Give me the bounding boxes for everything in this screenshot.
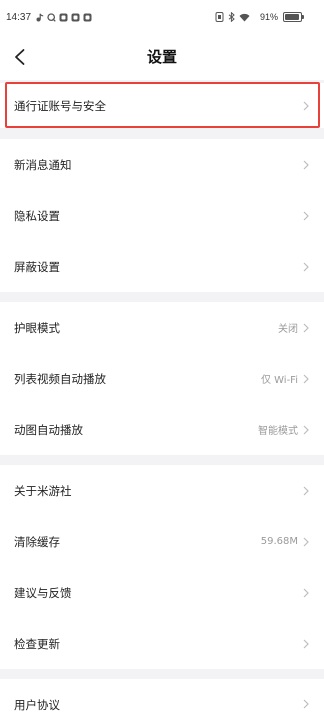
settings-item-label: 屏蔽设置 bbox=[14, 259, 60, 274]
tiktok-icon bbox=[36, 13, 44, 22]
settings-item-label: 动图自动播放 bbox=[14, 422, 83, 437]
battery-level-fill bbox=[285, 14, 299, 20]
settings-item-block-settings[interactable]: 屏蔽设置 bbox=[0, 241, 324, 292]
nfc-icon bbox=[215, 12, 224, 22]
status-bar-left: 14:37 bbox=[6, 12, 95, 23]
battery-icon bbox=[283, 12, 304, 22]
section-divider bbox=[0, 128, 324, 139]
header: 设置 bbox=[0, 34, 324, 80]
settings-item-user-agreement[interactable]: 用户协议 bbox=[0, 679, 324, 720]
settings-item-label: 用户协议 bbox=[14, 698, 60, 712]
settings-item-label: 通行证账号与安全 bbox=[14, 98, 106, 113]
settings-item-list-video-autoplay[interactable]: 列表视频自动播放 仅 Wi-Fi bbox=[0, 353, 324, 404]
chevron-right-icon bbox=[302, 588, 310, 598]
status-bar: 14:37 91% bbox=[0, 0, 324, 34]
settings-item-label: 关于米游社 bbox=[14, 483, 72, 498]
settings-item-feedback[interactable]: 建议与反馈 bbox=[0, 567, 324, 618]
wifi-icon bbox=[239, 13, 250, 22]
settings-section-general: 新消息通知 隐私设置 屏蔽设置 bbox=[0, 139, 324, 292]
chevron-right-icon bbox=[302, 323, 310, 333]
status-time: 14:37 bbox=[6, 11, 32, 23]
settings-item-eye-protection-mode[interactable]: 护眼模式 关闭 bbox=[0, 302, 324, 353]
section-divider bbox=[0, 669, 324, 679]
app-icon bbox=[59, 13, 68, 22]
settings-section-display: 护眼模式 关闭 列表视频自动播放 仅 Wi-Fi 动图自动播放 智能模式 bbox=[0, 302, 324, 455]
settings-section-about: 关于米游社 清除缓存 59.68M 建议与反馈 检查更新 bbox=[0, 465, 324, 669]
settings-item-privacy-settings[interactable]: 隐私设置 bbox=[0, 190, 324, 241]
chevron-right-icon bbox=[302, 699, 310, 709]
chevron-right-icon bbox=[302, 425, 310, 435]
chevron-right-icon bbox=[302, 374, 310, 384]
settings-item-value: 关闭 bbox=[278, 324, 298, 335]
settings-item-label: 检查更新 bbox=[14, 636, 60, 651]
chevron-right-icon bbox=[302, 486, 310, 496]
chevron-right-icon bbox=[302, 160, 310, 170]
status-bar-right: 91% bbox=[215, 12, 304, 22]
chevron-right-icon bbox=[302, 101, 310, 111]
app-icon bbox=[83, 13, 92, 22]
settings-item-label: 隐私设置 bbox=[14, 208, 60, 223]
settings-item-passport-security[interactable]: 通行证账号与安全 bbox=[0, 82, 324, 128]
settings-section-account: 通行证账号与安全 bbox=[0, 82, 324, 128]
back-arrow-icon[interactable] bbox=[13, 48, 27, 66]
settings-item-check-update[interactable]: 检查更新 bbox=[0, 618, 324, 669]
bluetooth-icon bbox=[228, 12, 235, 22]
page-title: 设置 bbox=[146, 48, 177, 66]
chevron-right-icon bbox=[302, 639, 310, 649]
settings-item-label: 清除缓存 bbox=[14, 534, 60, 549]
settings-item-value: 仅 Wi-Fi bbox=[260, 375, 298, 386]
app-icon bbox=[71, 13, 80, 22]
settings-screen: 14:37 91% 设置 通行证账号与安全 新消息通知 隐私设置 屏蔽设置 护眼… bbox=[0, 0, 324, 720]
settings-item-label: 列表视频自动播放 bbox=[14, 371, 106, 386]
section-divider bbox=[0, 292, 324, 302]
chevron-right-icon bbox=[302, 262, 310, 272]
battery-percent: 91% bbox=[259, 12, 278, 22]
settings-item-clear-cache[interactable]: 清除缓存 59.68M bbox=[0, 516, 324, 567]
chevron-right-icon bbox=[302, 211, 310, 221]
settings-item-about-miyoushe[interactable]: 关于米游社 bbox=[0, 465, 324, 516]
settings-section-legal: 用户协议 bbox=[0, 679, 324, 720]
settings-item-value: 59.68M bbox=[260, 536, 298, 547]
settings-item-gif-autoplay[interactable]: 动图自动播放 智能模式 bbox=[0, 404, 324, 455]
settings-item-label: 新消息通知 bbox=[14, 157, 72, 172]
settings-item-new-message-notification[interactable]: 新消息通知 bbox=[0, 139, 324, 190]
settings-item-label: 建议与反馈 bbox=[14, 585, 72, 600]
q-icon bbox=[47, 12, 56, 22]
chevron-right-icon bbox=[302, 537, 310, 547]
section-divider bbox=[0, 455, 324, 465]
settings-item-value: 智能模式 bbox=[258, 426, 298, 437]
settings-item-label: 护眼模式 bbox=[14, 320, 60, 335]
